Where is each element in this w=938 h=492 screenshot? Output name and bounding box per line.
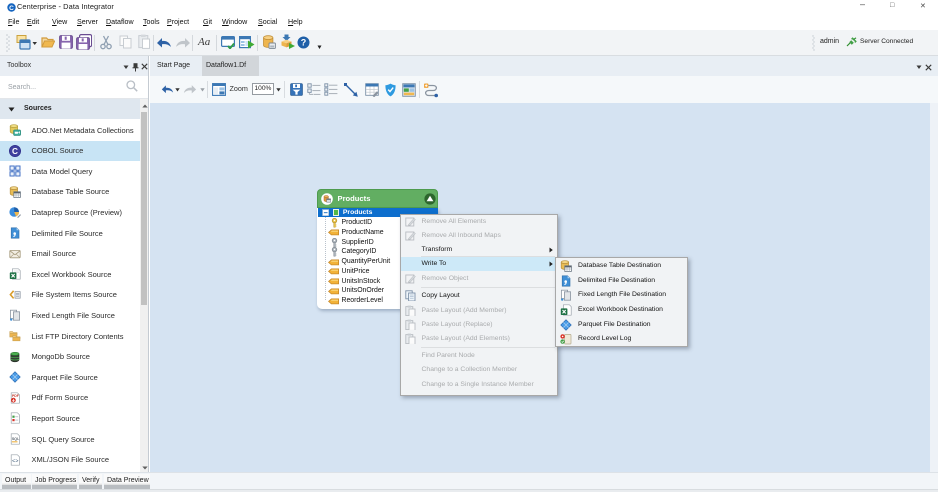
svg-text:C: C (12, 146, 18, 155)
svg-text:<>: <> (12, 458, 18, 464)
svg-text:C: C (9, 4, 14, 11)
svg-text:PDF: PDF (12, 394, 19, 398)
svg-text:?: ? (301, 38, 307, 48)
svg-text:SQL: SQL (12, 437, 20, 441)
